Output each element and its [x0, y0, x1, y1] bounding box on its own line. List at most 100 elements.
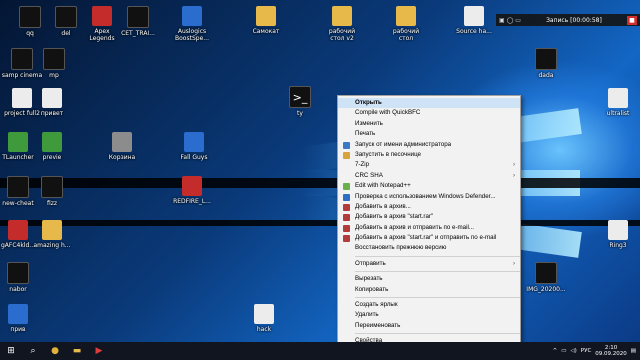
desktop-icon[interactable]: REDFIRE_L...	[164, 176, 220, 220]
menu-item[interactable]: Восстановить прежнюю версию	[338, 243, 520, 253]
volume-icon[interactable]: ◁)	[570, 348, 576, 354]
screen-recorder-bar[interactable]: ▣ ◯ ▭ Запись [00:00:58] ■	[496, 14, 640, 26]
file-icon	[464, 6, 484, 26]
menu-item-label: Восстановить прежнюю версию	[355, 244, 447, 252]
desktop-icon[interactable]: Fall Guys	[166, 132, 222, 176]
menu-item[interactable]: Запустить в песочнице	[338, 150, 520, 160]
submenu-arrow-icon: ›	[513, 162, 515, 169]
desktop-icon[interactable]: fizz	[24, 176, 80, 220]
file-icon	[608, 88, 628, 108]
menu-item[interactable]: Запуск от имени администратора	[338, 140, 520, 150]
menu-item[interactable]: Открыть	[338, 98, 520, 109]
menu-item[interactable]: Копировать	[338, 285, 520, 295]
network-icon[interactable]: ▭	[561, 348, 566, 354]
desktop-icon[interactable]: ultralist	[590, 88, 640, 132]
menu-item[interactable]: Отправить ›	[338, 259, 520, 269]
desktop-icon-label: привет	[40, 110, 64, 117]
menu-item-label: 7-Zip	[355, 161, 370, 169]
desktop-icon[interactable]: previe	[24, 132, 80, 176]
file-explorer-icon[interactable]: ▬	[66, 342, 88, 360]
desktop-icon[interactable]: привет	[24, 88, 80, 132]
menu-separator	[355, 271, 520, 273]
desktop-icon[interactable]: dada	[518, 48, 574, 92]
recycle-bin-icon	[112, 132, 132, 152]
menu-item[interactable]: Edit with Notepad++	[338, 181, 520, 191]
desktop-icon[interactable]: рабочий стол v2	[314, 6, 370, 50]
desktop-icon-label: Source ha...	[456, 28, 492, 35]
taskbar: ⊞ ⌕ ● ▬ ▶ ^ ▭ ◁) РУС 2:10 09.09.2020 ▤	[0, 342, 640, 360]
desktop-icon[interactable]: mp	[26, 48, 82, 92]
menu-item-label: Добавить в архив...	[355, 202, 411, 210]
menu-item[interactable]: 7-Zip ›	[338, 160, 520, 170]
submenu-arrow-icon: ›	[513, 260, 515, 267]
recorder-status: Запись [00:00:58]	[546, 16, 602, 24]
desktop-icon[interactable]: прив	[0, 304, 46, 342]
desktop-icon[interactable]: IMG_20200...	[518, 262, 574, 306]
youtube-icon[interactable]: ▶	[88, 342, 110, 360]
app-icon	[8, 304, 28, 324]
chrome-icon[interactable]: ●	[44, 342, 66, 360]
menu-item[interactable]: Добавить в архив...	[338, 202, 520, 212]
menu-item[interactable]: Добавить в архив "start.rar"	[338, 212, 520, 222]
menu-item-label: Edit with Notepad++	[355, 182, 411, 190]
menu-item[interactable]: Удалить	[338, 310, 520, 320]
winrar-icon	[343, 224, 350, 232]
menu-item[interactable]: Изменить	[338, 119, 520, 129]
recorder-stop-button[interactable]: ■	[627, 15, 637, 25]
wallpaper-dark-band	[0, 178, 640, 188]
menu-item[interactable]: Вырезать	[338, 274, 520, 284]
console-app-icon: >_	[289, 86, 311, 108]
desktop-icon-label: fizz	[46, 200, 58, 207]
video-icon	[535, 262, 557, 284]
menu-item-label: Печать	[355, 130, 376, 138]
menu-item-label: Отправить	[355, 259, 386, 267]
menu-item-label: Создать ярлык	[355, 301, 398, 309]
menu-item[interactable]: Переименовать	[338, 321, 520, 331]
menu-item-label: Запустить в песочнице	[355, 150, 421, 158]
menu-item-label: Переименовать	[355, 321, 401, 329]
desktop-icon[interactable]: CET_TRAI...	[110, 6, 166, 50]
file-icon	[254, 304, 274, 324]
language-indicator[interactable]: РУС	[581, 348, 592, 354]
windows-start-icon[interactable]: ⊞	[0, 342, 22, 360]
desktop-icon[interactable]: Auslogics BoostSpe...	[164, 6, 220, 50]
desktop-icon[interactable]: hack	[236, 304, 292, 342]
menu-item[interactable]: Создать ярлык	[338, 300, 520, 310]
desktop-icon-label: REDFIRE_L...	[173, 198, 211, 205]
desktop-icon[interactable]: Корзина	[94, 132, 150, 176]
desktop-icon[interactable]: nabor	[0, 262, 46, 306]
desktop-icon-label: Самокат	[252, 28, 280, 35]
menu-item-label: Добавить в архив и отправить по e-mail..…	[355, 223, 475, 231]
wallpaper-dark-band	[0, 220, 640, 226]
auslogics-icon	[182, 6, 202, 26]
menu-item[interactable]: Добавить в архив "start.rar" и отправить…	[338, 233, 520, 243]
notifications-icon[interactable]: ▤	[631, 348, 636, 354]
menu-item[interactable]: Печать	[338, 129, 520, 139]
desktop-icon[interactable]: Source ha...	[446, 6, 502, 50]
desktop[interactable]: qq del Apex Legends CET_TRAI... Auslogics Bo…	[0, 0, 640, 342]
desktop-icon[interactable]: Самокат	[238, 6, 294, 50]
desktop-icon[interactable]: Ring3	[590, 220, 640, 264]
menu-item[interactable]: CRC SHA ›	[338, 171, 520, 181]
menu-item[interactable]: Проверка с использованием Windows Defend…	[338, 192, 520, 202]
recorder-controls-icon[interactable]: ▣ ◯ ▭	[499, 17, 521, 24]
desktop-icon[interactable]: amazing h...	[24, 220, 80, 264]
folder-icon	[332, 6, 352, 26]
desktop-icon[interactable]: рабочий стол	[378, 6, 434, 50]
clock-date: 09.09.2020	[595, 351, 627, 357]
desktop-icon-label: Корзина	[108, 154, 136, 161]
notepad-plus-icon	[343, 183, 350, 191]
menu-item[interactable]: Добавить в архив и отправить по e-mail..…	[338, 223, 520, 233]
clock[interactable]: 2:10 09.09.2020	[595, 345, 627, 358]
menu-item[interactable]: Compile with QuickBFC	[338, 108, 520, 118]
nabor-icon	[7, 262, 29, 284]
image-icon	[42, 220, 62, 240]
search-icon[interactable]: ⌕	[22, 342, 44, 360]
desktop-icon-selected[interactable]: >_ ty	[272, 86, 328, 130]
desktop-icon-label: nabor	[9, 286, 27, 293]
system-tray: ^ ▭ ◁) РУС 2:10 09.09.2020 ▤	[553, 342, 636, 360]
menu-separator	[355, 333, 520, 335]
tray-expand-icon[interactable]: ^	[553, 348, 558, 354]
file-icon	[608, 220, 628, 240]
menu-separator	[355, 255, 520, 257]
